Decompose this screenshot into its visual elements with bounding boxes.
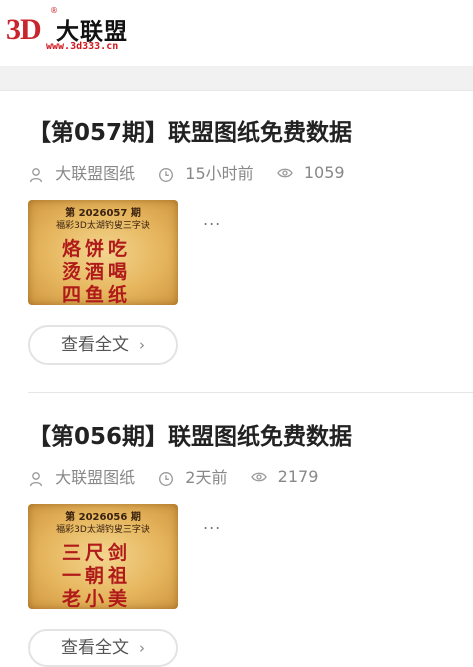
header-separator-band bbox=[0, 66, 473, 91]
thumbnail-subtitle: 福彩3D太湖钓叟三字诀 bbox=[56, 221, 150, 231]
thumbnail-issue: 第 2026056 期 bbox=[65, 512, 141, 523]
eye-icon bbox=[250, 472, 267, 482]
thumbnail-verse-line: 烙饼吃 bbox=[62, 238, 132, 260]
user-icon bbox=[29, 167, 43, 182]
post-author-name: 大联盟图纸 bbox=[55, 468, 136, 487]
thumbnail-verse-line: 老小美 bbox=[62, 588, 132, 609]
logo-url: www.3d333.cn bbox=[46, 41, 119, 52]
post-excerpt: ... bbox=[203, 210, 222, 229]
thumbnail-verse-line: 烫酒喝 bbox=[62, 261, 132, 283]
post-views-count: 2179 bbox=[277, 466, 319, 486]
post-author: 大联盟图纸 bbox=[28, 464, 135, 488]
post-views-count: 1059 bbox=[303, 162, 345, 182]
thumbnail-subtitle: 福彩3D太湖钓叟三字诀 bbox=[56, 525, 150, 535]
post-item: 【第056期】联盟图纸免费数据 大联盟图纸 2天前 2179 第 2026056… bbox=[28, 422, 473, 667]
thumbnail-verse-line: 四鱼纸 bbox=[62, 284, 132, 305]
post-meta: 大联盟图纸 15小时前 1059 bbox=[28, 160, 363, 184]
user-icon bbox=[29, 471, 43, 486]
clock-icon bbox=[159, 167, 174, 182]
thumbnail-verse-line: 一朝祖 bbox=[62, 565, 132, 587]
post-title[interactable]: 【第056期】联盟图纸免费数据 bbox=[28, 422, 473, 452]
read-more-button[interactable]: 查看全文 › bbox=[28, 629, 178, 667]
thumbnail-verse: 三尺剑 一朝祖 老小美 bbox=[62, 542, 131, 609]
eye-icon bbox=[277, 168, 293, 178]
thumbnail-verse-line: 三尺剑 bbox=[62, 542, 132, 564]
read-more-label: 查看全文 bbox=[61, 335, 129, 355]
post-views: 2179 bbox=[250, 466, 319, 486]
read-more-button[interactable]: 查看全文 › bbox=[28, 325, 178, 365]
chevron-right-icon: › bbox=[139, 336, 145, 354]
post-excerpt: ... bbox=[203, 514, 222, 533]
site-logo[interactable]: 3D ® 大联盟 www.3d333.cn bbox=[6, 6, 156, 58]
post-views: 1059 bbox=[277, 163, 345, 182]
thumbnail-issue: 第 2026057 期 bbox=[65, 208, 141, 219]
post-meta: 大联盟图纸 2天前 2179 bbox=[28, 464, 336, 488]
post-time-text: 2天前 bbox=[185, 468, 228, 487]
post-thumbnail[interactable]: 第 2026057 期 福彩3D太湖钓叟三字诀 烙饼吃 烫酒喝 四鱼纸 bbox=[28, 200, 178, 305]
post-time-text: 15小时前 bbox=[185, 164, 254, 183]
site-header: 3D ® 大联盟 www.3d333.cn bbox=[0, 0, 473, 66]
post-time: 2天前 bbox=[158, 464, 227, 488]
post-item: 【第057期】联盟图纸免费数据 大联盟图纸 15小时前 1059 第 20260… bbox=[28, 118, 473, 365]
clock-icon bbox=[159, 471, 174, 486]
post-author-name: 大联盟图纸 bbox=[55, 164, 136, 183]
post-title[interactable]: 【第057期】联盟图纸免费数据 bbox=[28, 118, 473, 148]
post-time: 15小时前 bbox=[158, 160, 254, 184]
chevron-right-icon: › bbox=[139, 639, 145, 657]
post-divider bbox=[28, 392, 473, 393]
read-more-label: 查看全文 bbox=[61, 638, 129, 658]
thumbnail-verse: 烙饼吃 烫酒喝 四鱼纸 bbox=[62, 238, 131, 305]
post-author: 大联盟图纸 bbox=[28, 160, 135, 184]
post-thumbnail[interactable]: 第 2026056 期 福彩3D太湖钓叟三字诀 三尺剑 一朝祖 老小美 bbox=[28, 504, 178, 609]
